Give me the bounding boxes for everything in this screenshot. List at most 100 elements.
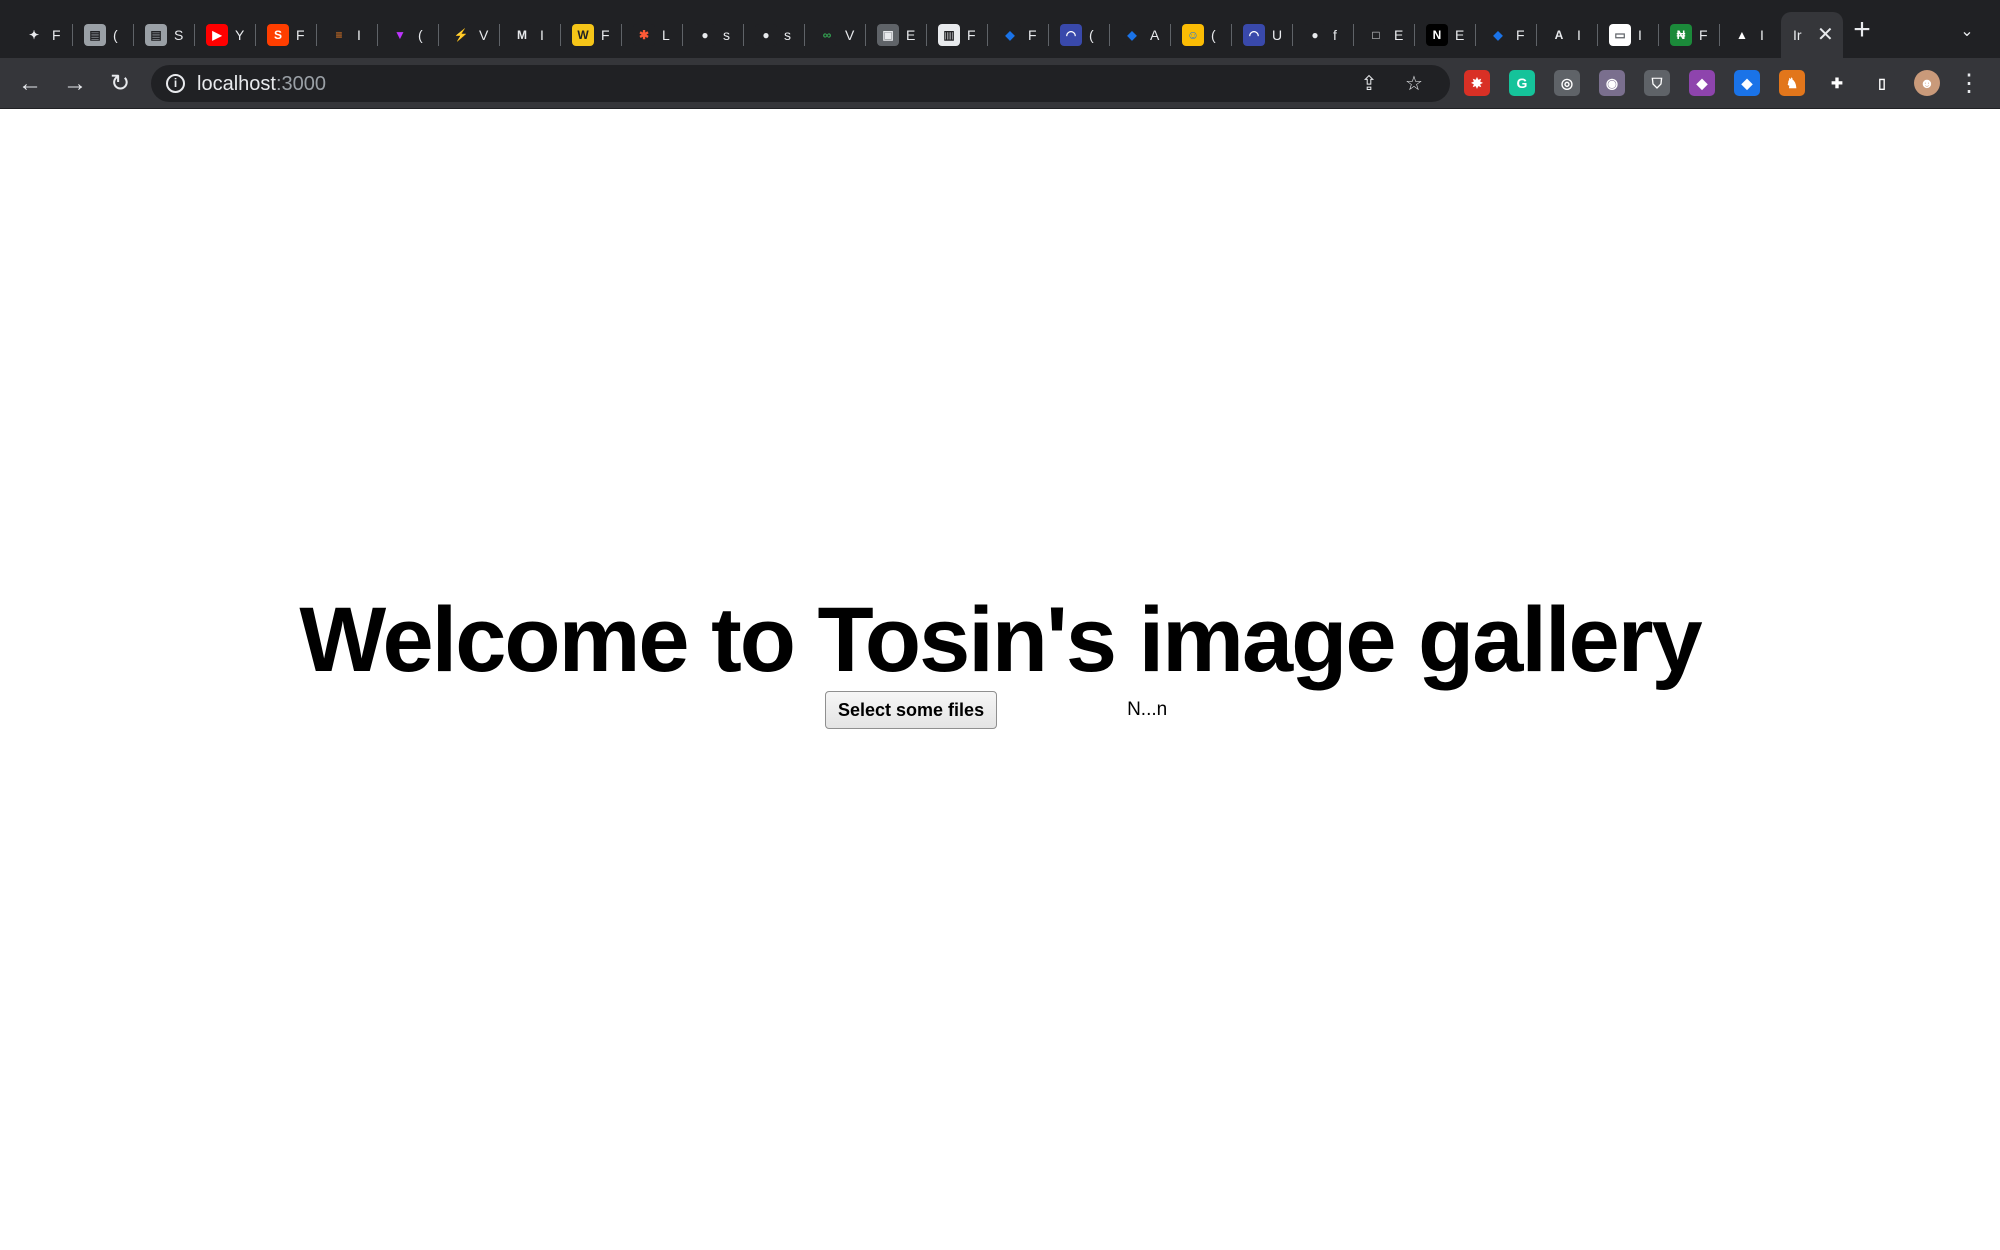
browser-tab[interactable]: ▼(: [378, 12, 439, 58]
browser-tab[interactable]: AI: [1537, 12, 1598, 58]
tab-title: F: [1699, 27, 1708, 43]
browser-tab[interactable]: ◠ U: [1232, 12, 1293, 58]
browser-tab[interactable]: ● s: [744, 12, 805, 58]
reload-button[interactable]: ↻: [105, 69, 135, 99]
image-icon: ▣: [877, 24, 899, 46]
tab-title: (: [418, 27, 423, 43]
layers-icon: ◆: [999, 24, 1021, 46]
browser-tab[interactable]: ◆ F: [988, 12, 1049, 58]
browser-tab[interactable]: ▲ I: [1720, 12, 1781, 58]
profile-avatar[interactable]: ☻: [1914, 70, 1940, 96]
color-picker-icon[interactable]: ◆: [1689, 70, 1715, 96]
book-icon: ▤: [145, 24, 167, 46]
browser-tab[interactable]: ☺(: [1171, 12, 1232, 58]
browser-tab[interactable]: ✦ F: [12, 12, 73, 58]
tab-title: S: [174, 27, 184, 43]
active-tab[interactable]: Ir ✕: [1781, 12, 1843, 58]
tab-title: A: [1150, 27, 1160, 43]
vite-icon: ▼: [389, 24, 411, 46]
file-input[interactable]: Select some files N...n: [825, 691, 1167, 729]
youtube-icon: ▶: [206, 24, 228, 46]
address-bar[interactable]: i localhost:3000 ⇪ ☆: [151, 65, 1450, 102]
browser-tab[interactable]: ✱ L: [622, 12, 683, 58]
browser-tab[interactable]: □ E: [1354, 12, 1415, 58]
browser-tab[interactable]: ◆ F: [1476, 12, 1537, 58]
browser-tab[interactable]: ▭ I: [1598, 12, 1659, 58]
select-files-button[interactable]: Select some files: [825, 691, 998, 729]
svelte-icon: S: [267, 24, 289, 46]
arrow-right-icon: →: [63, 70, 87, 97]
stackoverflow-icon: ≡: [328, 24, 350, 46]
tab-title: I: [1760, 27, 1764, 43]
browser-toolbar: ← → ↻ i localhost:3000 ⇪ ☆ ✸ G ◎ ◉ ⛉ ◆ ◆ ♞ ✚ ▯ ☻ ⋮: [0, 58, 2000, 109]
browser-tab[interactable]: ● s: [683, 12, 744, 58]
layers-icon: ◆: [1487, 24, 1509, 46]
tab-title: I: [540, 27, 544, 43]
tab-title: E: [1394, 27, 1404, 43]
android-icon: ✦: [23, 24, 45, 46]
tab-title: V: [845, 27, 855, 43]
tab-title: E: [906, 27, 916, 43]
browser-tab[interactable]: SF: [256, 12, 317, 58]
naira-icon: ₦: [1670, 24, 1692, 46]
tab-title: I: [1638, 27, 1642, 43]
browser-menu-button[interactable]: ⋮: [1954, 69, 1984, 99]
share-icon[interactable]: ⇪: [1356, 71, 1382, 97]
shield-icon[interactable]: ⛉: [1644, 70, 1670, 96]
browser-tab[interactable]: ◆ A: [1110, 12, 1171, 58]
book-icon: ▤: [84, 24, 106, 46]
tab-search-chevron-icon[interactable]: ⌄: [1955, 20, 1979, 44]
puzzle-icon[interactable]: ✚: [1824, 70, 1850, 96]
browser-tab[interactable]: ▶ Y: [195, 12, 256, 58]
browser-tab[interactable]: ∞ V: [805, 12, 866, 58]
ethereum-icon[interactable]: ◆: [1734, 70, 1760, 96]
tab-title: I: [357, 27, 361, 43]
site-info-icon[interactable]: i: [166, 74, 185, 93]
address-url[interactable]: localhost:3000: [197, 73, 326, 96]
dashboard-icon: ◠: [1243, 24, 1265, 46]
bug-icon[interactable]: ◉: [1599, 70, 1625, 96]
browser-tab[interactable]: ⚡ V: [439, 12, 500, 58]
browser-tab[interactable]: ▥ F: [927, 12, 988, 58]
browser-tab[interactable]: ▤(: [73, 12, 134, 58]
grammarly-icon[interactable]: G: [1509, 70, 1535, 96]
page-content: Welcome to Tosin's image gallery Select …: [0, 110, 2000, 1250]
smile-icon: ☺: [1182, 24, 1204, 46]
sidepanel-icon[interactable]: ▯: [1869, 70, 1895, 96]
tab-title: F: [52, 27, 61, 43]
browser-tab[interactable]: ≡ I: [317, 12, 378, 58]
square-icon: □: [1365, 24, 1387, 46]
new-tab-button[interactable]: +: [1848, 15, 1876, 45]
browser-tab[interactable]: NE: [1415, 12, 1476, 58]
browser-tab[interactable]: ▤ S: [134, 12, 195, 58]
page-title: Welcome to Tosin's image gallery: [299, 589, 1702, 691]
medium-icon: M: [511, 24, 533, 46]
browser-tab[interactable]: ◠(: [1049, 12, 1110, 58]
tab-title: F: [1028, 27, 1037, 43]
forward-button[interactable]: →: [60, 69, 90, 99]
browser-tab[interactable]: ● f: [1293, 12, 1354, 58]
arrow-left-icon: ←: [18, 70, 42, 97]
tab-title: s: [723, 27, 730, 43]
metamask-icon[interactable]: ♞: [1779, 70, 1805, 96]
puzzle-red-icon[interactable]: ✸: [1464, 70, 1490, 96]
browser-tab[interactable]: WF: [561, 12, 622, 58]
back-button[interactable]: ←: [15, 69, 45, 99]
github-icon: ●: [755, 24, 777, 46]
tab-title: (: [1211, 27, 1216, 43]
browser-tab[interactable]: MI: [500, 12, 561, 58]
tab-title: (: [113, 27, 118, 43]
browser-tab[interactable]: ₦ F: [1659, 12, 1720, 58]
tab-title: F: [296, 27, 305, 43]
url-port: :3000: [275, 73, 326, 95]
file-status-text: N...n: [1127, 699, 1168, 720]
bookmark-star-icon[interactable]: ☆: [1401, 71, 1427, 97]
tab-title: F: [1516, 27, 1525, 43]
tab-title: F: [601, 27, 610, 43]
browser-tab[interactable]: ▣ E: [866, 12, 927, 58]
tab-title: U: [1272, 27, 1282, 43]
more-vertical-icon: ⋮: [1957, 70, 1981, 97]
card-icon: ▭: [1609, 24, 1631, 46]
close-icon[interactable]: ✕: [1817, 25, 1834, 45]
target-icon[interactable]: ◎: [1554, 70, 1580, 96]
